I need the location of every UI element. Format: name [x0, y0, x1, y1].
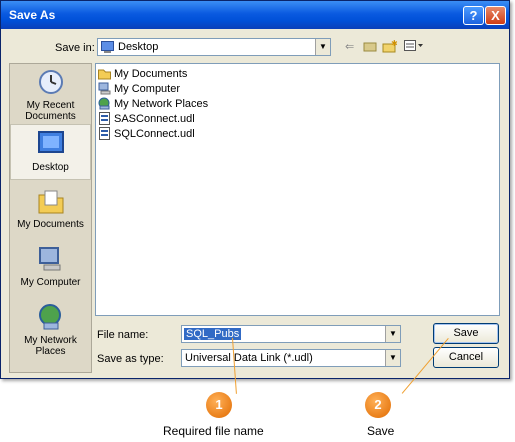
- save-in-value: Desktop: [118, 41, 159, 53]
- close-button[interactable]: X: [485, 6, 506, 25]
- callout-caption-1: Required file name: [163, 424, 264, 438]
- computer-icon: [98, 82, 111, 95]
- up-folder-icon[interactable]: [363, 40, 377, 55]
- save-in-label: Save in:: [55, 42, 95, 54]
- window-title: Save As: [9, 8, 56, 22]
- place-my-computer[interactable]: My Computer: [10, 244, 91, 298]
- svg-text:✱: ✱: [391, 40, 398, 48]
- save-as-dialog: Save As ? X Save in: Desktop ▼ ⇐ ✱ My Re…: [0, 0, 510, 379]
- recent-documents-icon: [36, 67, 66, 97]
- place-label: My Recent Documents: [25, 100, 76, 122]
- chevron-down-icon[interactable]: ▼: [315, 39, 330, 55]
- list-item[interactable]: My Documents: [98, 66, 187, 81]
- my-computer-icon: [36, 244, 66, 274]
- place-desktop[interactable]: Desktop: [10, 124, 91, 180]
- network-icon: [98, 97, 111, 110]
- file-name: SASConnect.udl: [114, 112, 195, 125]
- file-name-field[interactable]: SQL_Pubs ▼: [181, 325, 401, 343]
- file-name: SQLConnect.udl: [114, 127, 195, 140]
- desktop-icon: [101, 41, 114, 53]
- list-item[interactable]: My Computer: [98, 81, 180, 96]
- desktop-icon: [36, 129, 66, 159]
- place-label: My Documents: [17, 219, 84, 230]
- callout-badge-1: 1: [206, 392, 232, 418]
- help-button[interactable]: ?: [463, 6, 484, 25]
- places-bar: My Recent Documents Desktop My Documents…: [9, 63, 92, 373]
- list-item[interactable]: SASConnect.udl: [98, 111, 195, 126]
- place-label: My Computer: [20, 277, 81, 288]
- file-list[interactable]: My Documents My Computer My Network Plac…: [95, 63, 500, 316]
- list-item[interactable]: SQLConnect.udl: [98, 126, 195, 141]
- save-type-label: Save as type:: [97, 353, 164, 365]
- network-places-icon: [36, 302, 66, 332]
- file-name: My Documents: [114, 67, 188, 80]
- my-documents-icon: [36, 186, 66, 216]
- save-in-dropdown[interactable]: Desktop ▼: [97, 38, 331, 56]
- list-item[interactable]: My Network Places: [98, 96, 208, 111]
- place-my-documents[interactable]: My Documents: [10, 186, 91, 240]
- new-folder-icon[interactable]: ✱: [382, 39, 398, 56]
- chevron-down-icon[interactable]: ▼: [385, 326, 400, 342]
- title-bar[interactable]: Save As ? X: [1, 1, 509, 29]
- folder-icon: [98, 67, 111, 80]
- callout-caption-2: Save: [367, 424, 395, 438]
- save-type-value: Universal Data Link (*.udl): [185, 352, 313, 364]
- udl-file-icon: [98, 112, 111, 125]
- file-name: My Network Places: [114, 97, 209, 110]
- file-name: My Computer: [114, 82, 181, 95]
- place-recent-documents[interactable]: My Recent Documents: [10, 67, 91, 122]
- save-type-dropdown[interactable]: Universal Data Link (*.udl) ▼: [181, 349, 401, 367]
- save-button[interactable]: Save: [433, 323, 499, 344]
- callout-badge-2: 2: [365, 392, 391, 418]
- file-name-label: File name:: [97, 329, 149, 341]
- back-icon[interactable]: ⇐: [345, 40, 354, 53]
- views-menu-icon[interactable]: [404, 40, 424, 55]
- udl-file-icon: [98, 127, 111, 140]
- place-label: Desktop: [32, 162, 69, 173]
- cancel-button[interactable]: Cancel: [433, 347, 499, 368]
- chevron-down-icon[interactable]: ▼: [385, 350, 400, 366]
- place-network-places[interactable]: My Network Places: [10, 302, 91, 362]
- place-label: My Network Places: [24, 335, 77, 357]
